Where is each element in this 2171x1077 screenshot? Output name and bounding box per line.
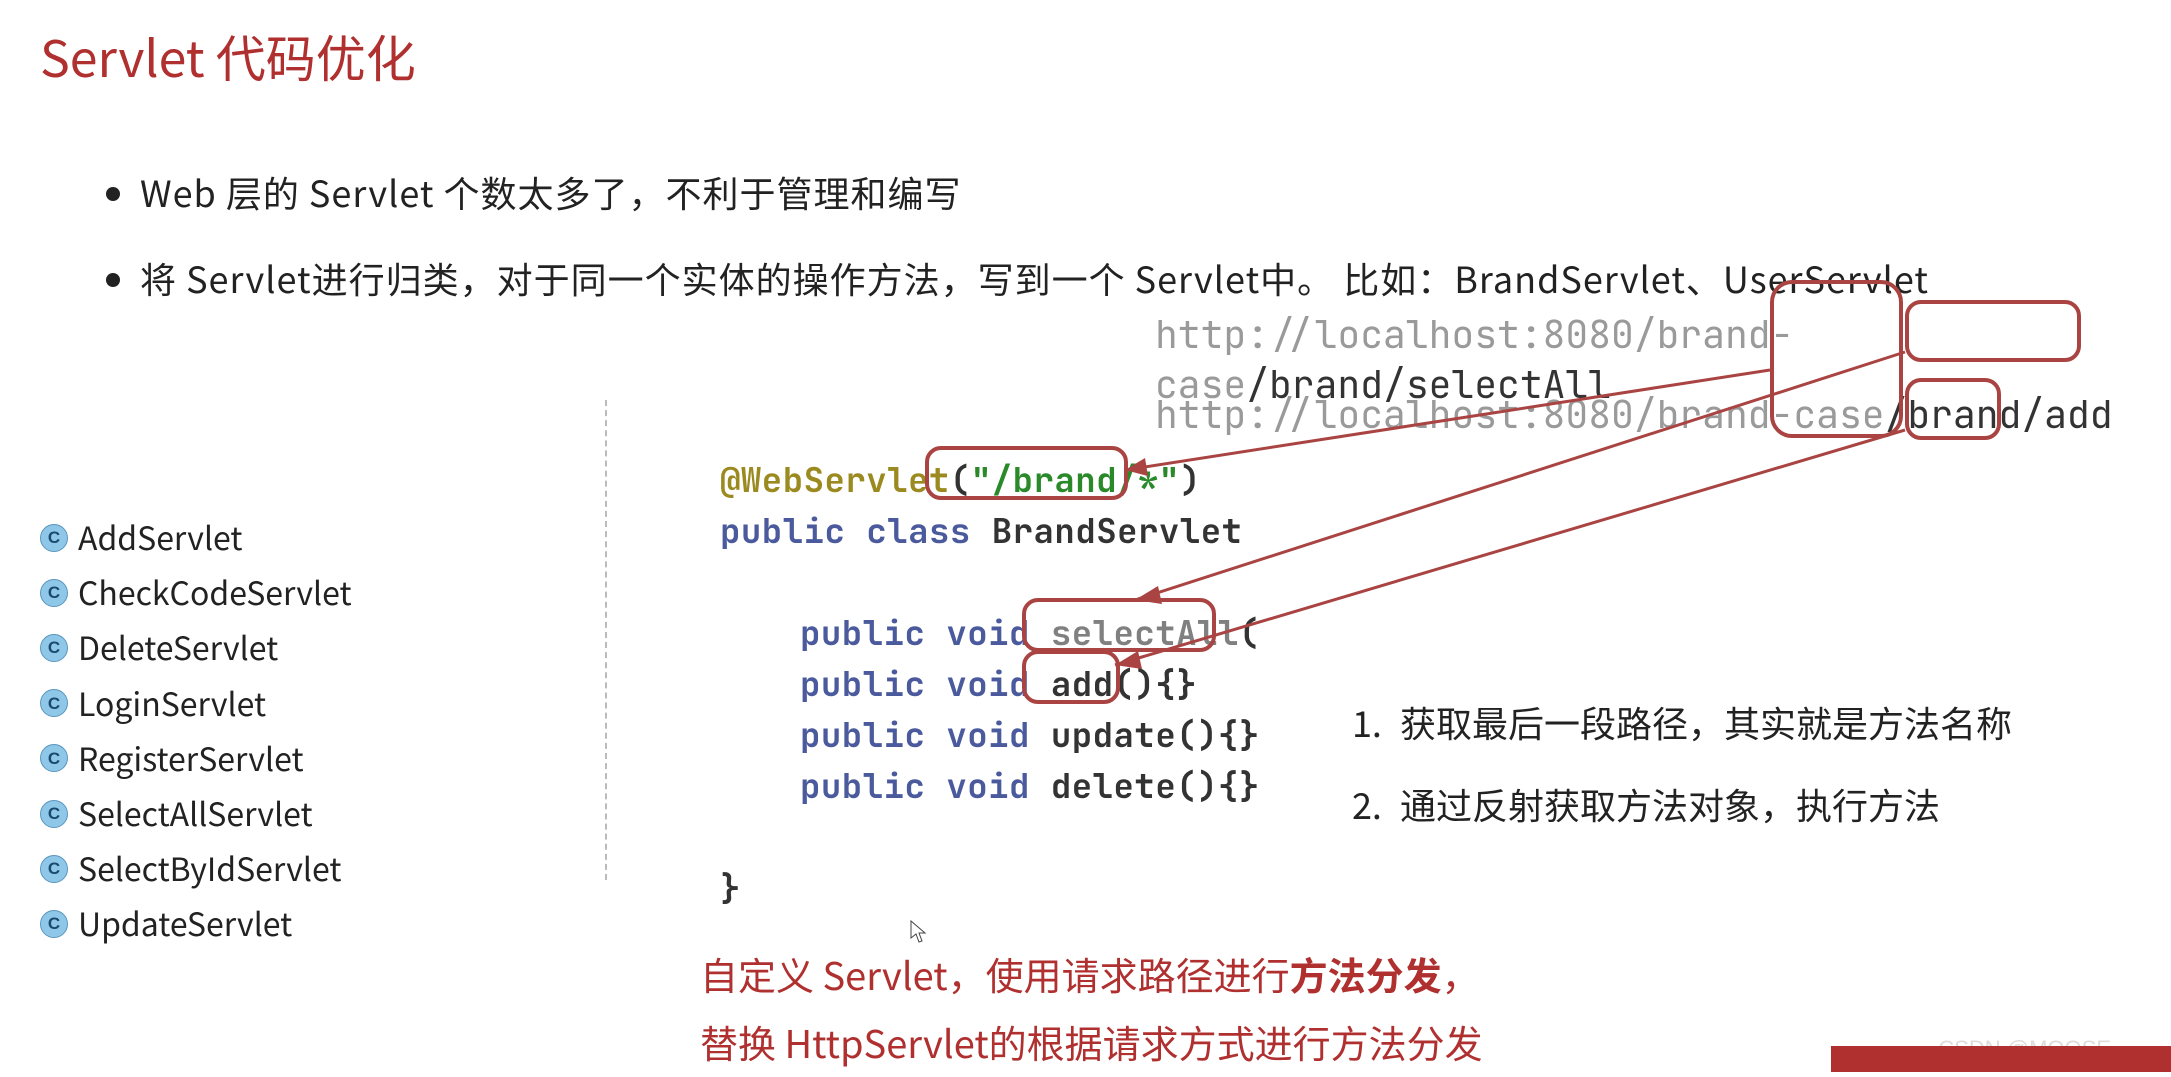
url-line-2: http://localhost:8080/brand-case/brand/a… (1155, 390, 2113, 440)
keyword: public (720, 509, 845, 554)
method-tail: (){} (1176, 713, 1260, 758)
class-icon: C (40, 800, 68, 828)
class-name: UpdateServlet (78, 898, 292, 949)
slide-title: Servlet 代码优化 (40, 20, 416, 92)
class-icon: C (40, 744, 68, 772)
bottom-line-1: 自定义 Servlet，使用请求路径进行方法分发， (700, 940, 1483, 1008)
code-line: public void delete(){} (720, 761, 1260, 812)
class-list: C AddServlet C CheckCodeServlet C Delete… (40, 510, 352, 952)
bottom-line-2: 替换 HttpServlet的根据请求方式进行方法分发 (700, 1008, 1483, 1076)
method-tail: (){} (1114, 662, 1198, 707)
annotation-path: "/brand/*" (971, 458, 1180, 503)
code-line: public void add(){} (720, 659, 1260, 710)
step-item: 通过反射获取方法对象，执行方法 (1390, 778, 2012, 830)
url-segment-action: /add (2021, 390, 2112, 440)
url-segment-brand: /brand (1885, 390, 2022, 440)
method-name: selectAll (1051, 611, 1239, 656)
note-text: 自定义 Servlet，使用请求路径进行 (700, 946, 1290, 1001)
steps-list: 获取最后一段路径，其实就是方法名称 通过反射获取方法对象，执行方法 (1350, 696, 2012, 860)
keyword: public (800, 662, 925, 707)
code-line: public class BrandServlet (720, 506, 1260, 557)
method-tail: (){} (1176, 764, 1260, 809)
note-text: ， (1442, 946, 1480, 1001)
keyword: void (946, 713, 1030, 758)
class-item: C LoginServlet (40, 676, 352, 731)
class-item: C AddServlet (40, 510, 352, 565)
code-line: @WebServlet("/brand/*") (720, 455, 1260, 506)
url-prefix: http://localhost:8080/brand-case (1155, 390, 1885, 440)
class-icon: C (40, 524, 68, 552)
method-name: update (1051, 713, 1176, 758)
keyword: public (800, 611, 925, 656)
bullet-item: Web 层的 Servlet 个数太多了，不利于管理和编写 (140, 166, 1929, 218)
keyword: public (800, 764, 925, 809)
code-blank-line (720, 557, 1260, 608)
code-line: public void update(){} (720, 710, 1260, 761)
class-name: AddServlet (78, 512, 242, 563)
code-close-brace: } (720, 863, 1260, 914)
class-name-code: BrandServlet (992, 509, 1243, 554)
class-item: C CheckCodeServlet (40, 565, 352, 620)
method-name: add (1051, 662, 1114, 707)
keyword: class (866, 509, 971, 554)
vertical-divider (605, 400, 607, 880)
class-icon: C (40, 855, 68, 883)
class-item: C DeleteServlet (40, 620, 352, 675)
code-block: @WebServlet("/brand/*") public class Bra… (720, 455, 1260, 914)
class-item: C SelectAllServlet (40, 786, 352, 841)
paren: ( (950, 458, 971, 503)
method-tail: ( (1239, 611, 1260, 656)
paren: ) (1180, 458, 1201, 503)
bullet-item: 将 Servlet进行归类，对于同一个实体的操作方法，写到一个 Servlet中… (140, 252, 1929, 304)
note-emphasis: 方法分发 (1290, 946, 1442, 1001)
code-line: public void selectAll( (720, 608, 1260, 659)
class-icon: C (40, 689, 68, 717)
class-icon: C (40, 579, 68, 607)
bottom-note: 自定义 Servlet，使用请求路径进行方法分发， 替换 HttpServlet… (700, 940, 1483, 1077)
keyword: public (800, 713, 925, 758)
class-name: CheckCodeServlet (78, 567, 352, 618)
keyword: void (946, 764, 1030, 809)
annotation: @WebServlet (720, 458, 950, 503)
keyword: void (946, 662, 1030, 707)
step-item: 获取最后一段路径，其实就是方法名称 (1390, 696, 2012, 748)
class-name: LoginServlet (78, 678, 266, 729)
slide-root: Servlet 代码优化 Web 层的 Servlet 个数太多了，不利于管理和… (0, 0, 2171, 1072)
class-item: C SelectByIdServlet (40, 841, 352, 896)
method-name: delete (1051, 764, 1176, 809)
class-name: SelectByIdServlet (78, 843, 341, 894)
class-name: RegisterServlet (78, 733, 304, 784)
class-name: DeleteServlet (78, 622, 278, 673)
class-item: C UpdateServlet (40, 896, 352, 951)
class-icon: C (40, 634, 68, 662)
bottom-red-bar (1831, 1046, 2171, 1072)
class-name: SelectAllServlet (78, 788, 313, 839)
class-item: C RegisterServlet (40, 731, 352, 786)
code-blank-line (720, 812, 1260, 863)
class-icon: C (40, 910, 68, 938)
keyword: void (946, 611, 1030, 656)
